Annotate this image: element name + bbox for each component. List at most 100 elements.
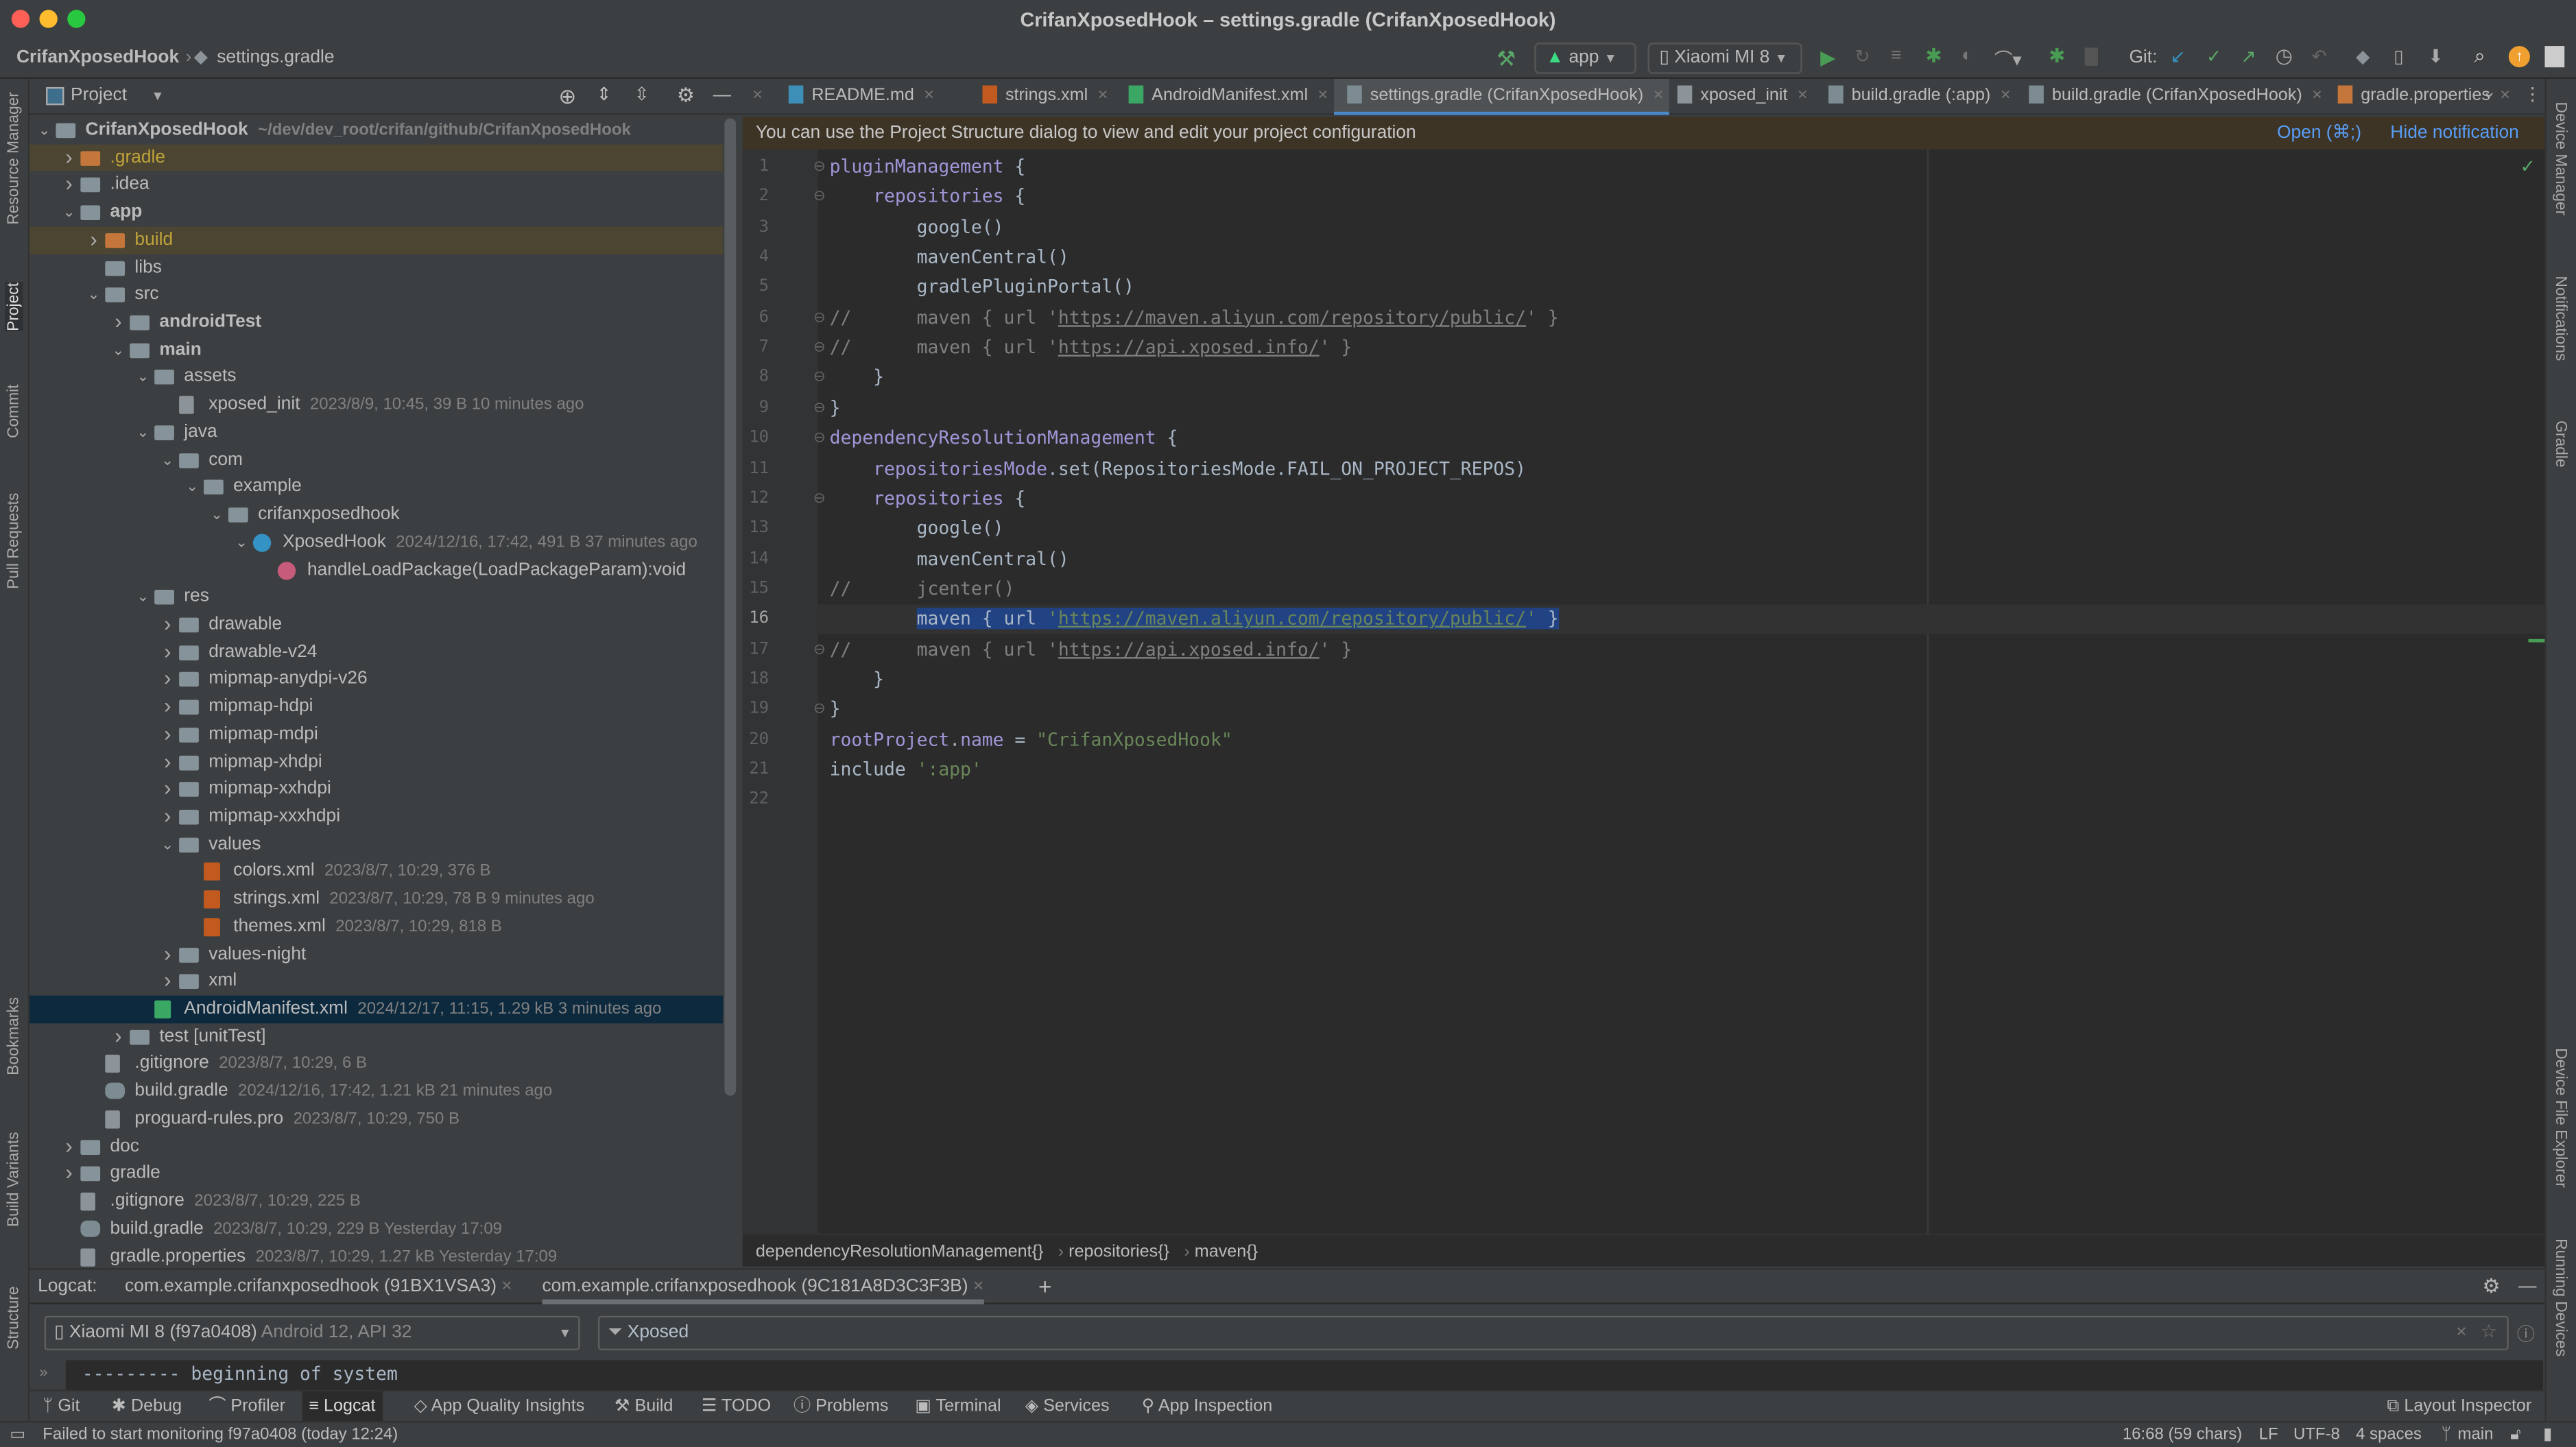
tree-item[interactable]: ⌄ app: [29, 199, 723, 226]
tab-xposed-init[interactable]: xposed_init ×: [1665, 79, 1815, 115]
status-window-icon[interactable]: ▭: [10, 1422, 25, 1447]
tree-item[interactable]: libs: [29, 254, 723, 281]
tool-problems[interactable]: ⓘ Problems: [787, 1391, 895, 1423]
open-project-structure-link[interactable]: Open (⌘;): [2277, 117, 2361, 150]
tree-item[interactable]: .gitignore 2023/8/7, 10:29, 225 B: [29, 1188, 723, 1215]
tool-build-variants[interactable]: Build Variants: [5, 1132, 23, 1227]
tree-item[interactable]: › mipmap-hdpi: [29, 693, 723, 721]
tree-item[interactable]: › build: [29, 226, 723, 254]
tool-pull-requests[interactable]: Pull Requests: [5, 493, 23, 589]
account-icon[interactable]: [2544, 46, 2565, 68]
run-config-select[interactable]: ▲ app ▼: [1534, 43, 1636, 74]
tool-git[interactable]: ᛘ Git: [36, 1391, 86, 1423]
file-encoding[interactable]: UTF-8: [2293, 1422, 2340, 1447]
chevron-right-icon[interactable]: ›: [159, 721, 176, 748]
help-icon[interactable]: ⓘ: [2517, 1321, 2535, 1347]
hide-notification-link[interactable]: Hide notification: [2390, 117, 2519, 150]
fold-marker-icon[interactable]: ⊖: [813, 339, 826, 357]
tree-item[interactable]: .gitignore 2023/8/7, 10:29, 6 B: [29, 1051, 723, 1078]
tool-services[interactable]: ◈ Services: [1018, 1391, 1116, 1423]
tool-resource-manager[interactable]: Resource Manager: [5, 92, 23, 225]
search-icon[interactable]: ⌕: [2474, 45, 2485, 69]
tree-item[interactable]: colors.xml 2023/8/7, 10:29, 376 B: [29, 858, 723, 885]
tabs-overflow-icon[interactable]: ⌄: [2482, 84, 2496, 101]
chevron-right-icon[interactable]: ›: [159, 693, 176, 721]
dropdown-arrow-icon[interactable]: ▼: [151, 79, 164, 113]
tree-item[interactable]: AndroidManifest.xml 2024/12/17, 11:15, 1.…: [29, 995, 723, 1023]
tree-item[interactable]: › .gradle: [29, 144, 723, 172]
apply-changes-icon[interactable]: ↻: [1855, 46, 1870, 67]
chevron-down-icon[interactable]: ⌄: [36, 117, 53, 144]
breadcrumb-item[interactable]: dependencyResolutionManagement{}: [756, 1242, 1044, 1262]
fold-marker-icon[interactable]: ⊖: [813, 489, 826, 507]
chevron-right-icon[interactable]: ›: [159, 941, 176, 968]
breadcrumb-item[interactable]: maven{}: [1195, 1242, 1258, 1262]
favorite-filter-icon[interactable]: ☆: [2481, 1317, 2497, 1349]
status-message[interactable]: Failed to start monitoring f97a0408 (tod…: [43, 1422, 398, 1447]
logcat-output[interactable]: --------- beginning of system: [65, 1360, 2544, 1390]
tree-item[interactable]: › mipmap-xxhdpi: [29, 776, 723, 803]
fold-marker-icon[interactable]: ⊖: [813, 188, 826, 206]
chevron-down-icon[interactable]: ⌄: [184, 474, 200, 501]
fold-marker-icon[interactable]: ⊖: [813, 640, 826, 658]
locate-icon[interactable]: ⊕: [558, 79, 576, 113]
close-tab-icon[interactable]: ×: [1798, 86, 1808, 106]
chevron-right-icon[interactable]: ›: [159, 638, 176, 666]
attach-debugger-icon[interactable]: ◐: [1961, 46, 1972, 66]
close-tab-icon[interactable]: ×: [1654, 86, 1664, 106]
minimize-icon[interactable]: —: [713, 79, 731, 113]
close-tab-icon[interactable]: ×: [752, 79, 763, 115]
tree-item[interactable]: xposed_init 2023/8/9, 10:45, 39 B 10 minu…: [29, 392, 723, 419]
chevron-right-icon[interactable]: ›: [159, 748, 176, 776]
chevron-down-icon[interactable]: ⌄: [159, 830, 176, 858]
breadcrumb-item[interactable]: repositories{}: [1069, 1242, 1169, 1262]
chevron-right-icon[interactable]: ›: [86, 226, 102, 254]
nav-file[interactable]: settings.gradle: [217, 43, 334, 72]
tree-item[interactable]: ⌄ CrifanXposedHook ~/dev/dev_root/crifan/g…: [29, 117, 723, 144]
tree-item[interactable]: › values-night: [29, 941, 723, 968]
tool-project[interactable]: Project: [5, 283, 23, 331]
fold-marker-icon[interactable]: ⊖: [813, 369, 826, 387]
chevron-down-icon[interactable]: ⌄: [134, 364, 151, 392]
tab-build-gradle-crifanxposedhook[interactable]: build.gradle (CrifanXposedHook) ×: [2016, 79, 2328, 115]
logcat-tab-2[interactable]: com.example.crifanxposedhook (9C181A8D3C…: [542, 1270, 984, 1304]
tool-debug[interactable]: ✱ Debug: [105, 1391, 188, 1423]
tree-item[interactable]: ⌄ example: [29, 474, 723, 501]
history-icon[interactable]: ◷: [2276, 45, 2293, 68]
tree-item[interactable]: › test [unitTest]: [29, 1023, 723, 1051]
chevron-down-icon[interactable]: ⌄: [61, 199, 77, 226]
add-tab-icon[interactable]: +: [1038, 1270, 1052, 1303]
line-separator[interactable]: LF: [2259, 1422, 2278, 1447]
chevron-right-icon[interactable]: ›: [159, 666, 176, 693]
profile-icon[interactable]: ⌒▾: [1994, 46, 2022, 72]
close-tab-icon[interactable]: ×: [2001, 86, 2011, 106]
chevron-right-icon[interactable]: ›: [61, 171, 77, 199]
more-icon[interactable]: ⋮: [2523, 84, 2541, 106]
run-icon[interactable]: ▶: [1820, 46, 1835, 69]
chevron-down-icon[interactable]: ⌄: [134, 419, 151, 446]
git-update-icon[interactable]: ↙: [2170, 46, 2185, 67]
tool-commit[interactable]: Commit: [5, 385, 23, 438]
caret-position[interactable]: 16:68 (59 chars): [2123, 1422, 2242, 1447]
tree-item[interactable]: build.gradle 2023/8/7, 10:29, 229 B Yeste…: [29, 1215, 723, 1243]
tree-item[interactable]: › mipmap-xxxhdpi: [29, 803, 723, 830]
git-commit-icon[interactable]: ✓: [2206, 46, 2221, 67]
tab-settings-gradle-crifanxposedhook[interactable]: settings.gradle (CrifanXposedHook) ×: [1334, 78, 1670, 115]
tree-item[interactable]: › mipmap-anydpi-v26: [29, 666, 723, 693]
git-branch[interactable]: main: [2458, 1422, 2494, 1447]
chevron-right-icon[interactable]: ›: [110, 1023, 126, 1051]
tree-item[interactable]: strings.xml 2023/8/7, 10:29, 78 B 9 minut…: [29, 885, 723, 913]
tool-profiler[interactable]: ⌒ Profiler: [202, 1391, 292, 1423]
rollback-icon[interactable]: ↶: [2311, 46, 2326, 67]
tool-logcat[interactable]: ≡ Logcat: [302, 1391, 383, 1423]
chevron-right-icon[interactable]: ›: [159, 611, 176, 638]
fold-marker-icon[interactable]: ⊖: [813, 309, 826, 326]
tree-item[interactable]: ⌄ com: [29, 446, 723, 474]
gear-icon[interactable]: ⚙: [2482, 1270, 2500, 1303]
tree-item[interactable]: › androidTest: [29, 309, 723, 336]
tool-app-inspection[interactable]: ⚲ App Inspection: [1135, 1391, 1279, 1423]
expand-icon[interactable]: »: [39, 1363, 47, 1380]
project-tree-scrollbar[interactable]: [724, 118, 737, 1096]
tree-item[interactable]: ⌄ main: [29, 336, 723, 363]
chevron-right-icon[interactable]: ›: [61, 1160, 77, 1188]
